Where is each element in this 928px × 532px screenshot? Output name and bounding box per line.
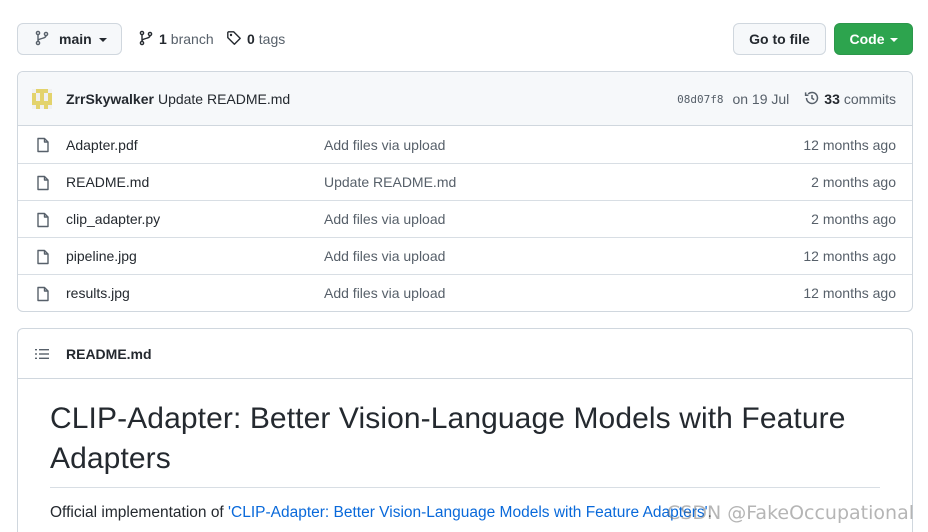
tags-link[interactable]: 0 tags xyxy=(226,23,285,55)
chevron-down-icon xyxy=(98,38,107,42)
file-icon xyxy=(35,286,51,305)
table-row: clip_adapter.py Add files via upload 2 mon… xyxy=(18,200,912,237)
git-branch-icon xyxy=(34,30,50,49)
branch-count: 1 xyxy=(159,31,167,47)
branch-word: branch xyxy=(170,31,214,47)
repo-toolbar: main 1 branch 0 tags Go to file Code xyxy=(17,23,913,55)
branches-link[interactable]: 1 branch xyxy=(138,23,214,55)
commit-word: commits xyxy=(843,91,896,107)
watermark: CSDN @FakeOccupational xyxy=(667,502,914,524)
commits-history-link[interactable]: 33 commits xyxy=(804,90,896,109)
file-commit-message-link[interactable]: Add files via upload xyxy=(324,248,445,264)
tag-count: 0 xyxy=(247,31,255,47)
commit-sha-link[interactable]: 08d07f8 xyxy=(677,93,723,106)
readme-header: README.md xyxy=(18,329,912,379)
file-icon xyxy=(35,175,51,194)
file-age: 2 months ago xyxy=(811,211,896,227)
latest-commit-bar: ZrrSkywalker Update README.md 08d07f8 on… xyxy=(18,72,912,126)
commit-message-link[interactable]: Update README.md xyxy=(158,91,290,107)
code-button[interactable]: Code xyxy=(834,23,913,55)
branch-name: main xyxy=(59,31,92,47)
file-icon xyxy=(35,212,51,231)
file-commit-message-link[interactable]: Add files via upload xyxy=(324,211,445,227)
file-commit-message-link[interactable]: Update README.md xyxy=(324,174,456,190)
table-row: results.jpg Add files via upload 12 months… xyxy=(18,274,912,311)
file-commit-message-link[interactable]: Add files via upload xyxy=(324,285,445,301)
paper-link[interactable]: 'CLIP-Adapter: Better Vision-Language Mo… xyxy=(228,504,708,521)
file-name-link[interactable]: README.md xyxy=(66,174,149,190)
git-branch-icon xyxy=(138,30,154,49)
file-commit-message-link[interactable]: Add files via upload xyxy=(324,137,445,153)
file-name-link[interactable]: clip_adapter.py xyxy=(66,211,160,227)
file-icon xyxy=(35,137,51,156)
intro-prefix: Official implementation of xyxy=(50,504,229,521)
commit-count: 33 xyxy=(824,91,840,107)
file-age: 2 months ago xyxy=(811,174,896,190)
chevron-down-icon xyxy=(889,38,898,42)
file-icon xyxy=(35,249,51,268)
readme-heading: CLIP-Adapter: Better Vision-Language Mod… xyxy=(50,399,880,488)
commit-meta: 08d07f8 on 19 Jul 33 commits xyxy=(677,72,896,126)
table-row: README.md Update README.md 2 months ago xyxy=(18,163,912,200)
code-button-label: Code xyxy=(849,31,885,47)
file-age: 12 months ago xyxy=(803,285,896,301)
file-browser: ZrrSkywalker Update README.md 08d07f8 on… xyxy=(17,71,913,312)
file-age: 12 months ago xyxy=(803,248,896,264)
file-name-link[interactable]: results.jpg xyxy=(66,285,130,301)
tag-word: tags xyxy=(258,31,286,47)
avatar[interactable] xyxy=(32,89,52,109)
history-icon xyxy=(804,90,820,109)
file-name-link[interactable]: Adapter.pdf xyxy=(66,137,138,153)
go-to-file-button[interactable]: Go to file xyxy=(733,23,826,55)
file-name-link[interactable]: pipeline.jpg xyxy=(66,248,137,264)
readme-content: CLIP-Adapter: Better Vision-Language Mod… xyxy=(18,379,912,522)
table-row: Adapter.pdf Add files via upload 12 months… xyxy=(18,126,912,163)
commit-summary: ZrrSkywalker Update README.md xyxy=(66,72,290,126)
commit-date: on 19 Jul xyxy=(732,91,790,107)
file-list: Adapter.pdf Add files via upload 12 months… xyxy=(18,126,912,311)
branch-select-button[interactable]: main xyxy=(17,23,122,55)
file-age: 12 months ago xyxy=(803,136,896,153)
list-icon[interactable] xyxy=(34,346,50,365)
tag-icon xyxy=(226,30,242,49)
table-row: pipeline.jpg Add files via upload 12 month… xyxy=(18,237,912,274)
commit-author-link[interactable]: ZrrSkywalker xyxy=(66,91,154,107)
readme-filename[interactable]: README.md xyxy=(66,346,152,362)
